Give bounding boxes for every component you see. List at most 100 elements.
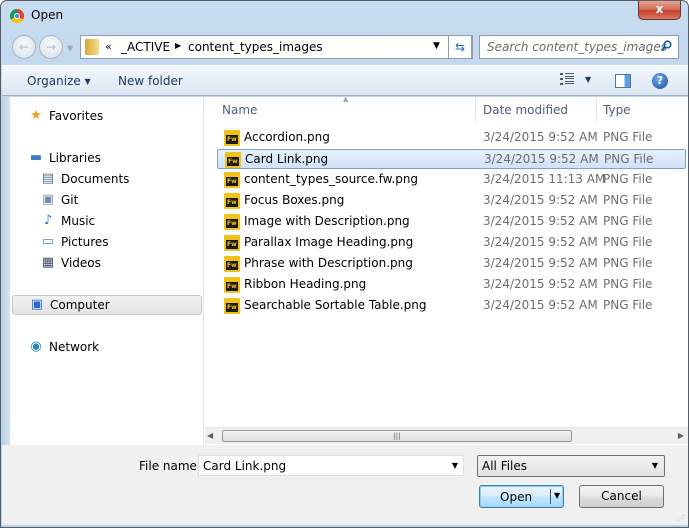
scroll-right-arrow[interactable]: ▶ bbox=[678, 431, 684, 440]
resize-grip[interactable]: ⋰ bbox=[678, 514, 685, 522]
search-icon[interactable] bbox=[661, 40, 672, 51]
file-name: Phrase with Description.png bbox=[244, 256, 413, 270]
libraries-icon: ▬ bbox=[29, 150, 43, 165]
sidebar-item-label: Music bbox=[61, 214, 96, 228]
file-name-input[interactable]: Card Link.png ▼ bbox=[198, 455, 464, 476]
sidebar-item-computer[interactable]: ▣ Computer bbox=[12, 295, 202, 315]
open-options-dropdown[interactable]: ▼ bbox=[554, 491, 560, 500]
file-date: 3/24/2015 9:52 AM bbox=[483, 277, 598, 291]
sidebar-item-documents[interactable]: ▤ Documents bbox=[40, 169, 130, 189]
file-name: Accordion.png bbox=[244, 130, 330, 144]
navigation-pane: ★ Favorites ▬ Libraries ▤ Documents ▣ Git ♪ Music… bbox=[10, 97, 204, 445]
chevron-down-icon[interactable]: ▼ bbox=[433, 41, 440, 51]
column-header-date[interactable]: Date modified bbox=[483, 103, 568, 117]
sidebar-item-libraries[interactable]: ▬ Libraries bbox=[28, 148, 101, 168]
breadcrumb-item[interactable]: content_types_images bbox=[188, 40, 323, 54]
sidebar-item-favorites[interactable]: ★ Favorites bbox=[28, 106, 103, 126]
file-type: PNG File bbox=[604, 152, 654, 166]
recent-locations-dropdown[interactable]: ▼ bbox=[67, 44, 73, 53]
videos-icon: ▦ bbox=[41, 255, 55, 270]
file-row[interactable]: Ribbon Heading.png 3/24/2015 9:52 AM PNG F… bbox=[217, 275, 686, 295]
file-name: Image with Description.png bbox=[244, 214, 410, 228]
fireworks-file-icon bbox=[224, 256, 240, 272]
git-icon: ▣ bbox=[41, 192, 55, 207]
column-divider[interactable] bbox=[475, 97, 476, 122]
refresh-button[interactable]: ⇆ bbox=[448, 35, 472, 59]
back-button[interactable]: ← bbox=[12, 35, 36, 59]
search-input[interactable]: Search content_types_images bbox=[479, 35, 679, 59]
open-button[interactable]: Open ▼ bbox=[479, 485, 564, 508]
sort-ascending-icon: ▲ bbox=[343, 95, 349, 103]
search-placeholder: Search content_types_images bbox=[487, 40, 667, 54]
file-type: PNG File bbox=[603, 277, 653, 291]
chevron-right-icon[interactable]: ▶ bbox=[175, 41, 181, 50]
chevron-down-icon: ▼ bbox=[651, 461, 658, 470]
arrow-right-icon: → bbox=[45, 40, 57, 54]
file-type: PNG File bbox=[603, 256, 653, 270]
address-bar[interactable]: « _ACTIVE ▶ content_types_images ▼ bbox=[80, 35, 473, 59]
view-options-icon[interactable] bbox=[560, 73, 574, 85]
network-icon: ◉ bbox=[30, 339, 42, 354]
breadcrumb-item[interactable]: _ACTIVE bbox=[121, 40, 170, 54]
chevron-down-icon[interactable]: ▼ bbox=[452, 461, 458, 470]
file-row[interactable]: Focus Boxes.png 3/24/2015 9:52 AM PNG File bbox=[217, 191, 686, 211]
file-date: 3/24/2015 9:52 AM bbox=[483, 214, 598, 228]
scroll-left-arrow[interactable]: ◀ bbox=[207, 431, 213, 440]
split-divider bbox=[550, 489, 551, 504]
organize-button[interactable]: Organize ▾ bbox=[27, 74, 91, 88]
sidebar-item-git[interactable]: ▣ Git bbox=[40, 190, 79, 210]
file-row[interactable]: content_types_source.fw.png 3/24/2015 11:… bbox=[217, 170, 686, 190]
sidebar-item-label: Documents bbox=[61, 172, 130, 186]
file-type: PNG File bbox=[603, 193, 653, 207]
fireworks-file-icon bbox=[224, 130, 240, 146]
file-type-select[interactable]: All Files ▼ bbox=[477, 455, 665, 477]
fireworks-file-icon bbox=[224, 214, 240, 230]
cancel-button[interactable]: Cancel bbox=[579, 485, 664, 508]
file-name-label: File name: bbox=[139, 459, 201, 473]
computer-icon: ▣ bbox=[30, 297, 44, 312]
file-name: Card Link.png bbox=[245, 152, 329, 166]
file-row[interactable]: Phrase with Description.png 3/24/2015 9:5… bbox=[217, 254, 686, 274]
document-icon: ▤ bbox=[41, 171, 55, 186]
column-header-row: ▲ Name Date modified Type bbox=[205, 95, 688, 122]
forward-button[interactable]: → bbox=[39, 35, 63, 59]
file-row[interactable]: Accordion.png 3/24/2015 9:52 AM PNG File bbox=[217, 128, 686, 148]
file-row[interactable]: Card Link.png 3/24/2015 9:52 AM PNG File bbox=[217, 149, 686, 169]
file-row[interactable]: Searchable Sortable Table.png 3/24/2015 9… bbox=[217, 296, 686, 316]
sidebar-item-pictures[interactable]: ▭ Pictures bbox=[40, 232, 109, 252]
file-date: 3/24/2015 9:52 AM bbox=[483, 193, 598, 207]
file-type: PNG File bbox=[603, 214, 653, 228]
chevron-down-icon[interactable]: ▼ bbox=[585, 75, 591, 84]
fireworks-file-icon bbox=[224, 298, 240, 314]
fireworks-file-icon bbox=[224, 235, 240, 251]
sidebar-item-network[interactable]: ◉ Network bbox=[28, 337, 99, 357]
sidebar-item-videos[interactable]: ▦ Videos bbox=[40, 253, 101, 273]
arrow-left-icon: ← bbox=[18, 40, 30, 54]
window-title: Open bbox=[31, 8, 64, 22]
sidebar-item-label: Computer bbox=[50, 298, 110, 312]
scrollbar-thumb[interactable]: ||| bbox=[222, 430, 572, 442]
help-button[interactable]: ? bbox=[652, 73, 668, 89]
file-row[interactable]: Image with Description.png 3/24/2015 9:52… bbox=[217, 212, 686, 232]
horizontal-scrollbar[interactable]: ◀ ||| ▶ bbox=[205, 427, 688, 444]
new-folder-button[interactable]: New folder bbox=[118, 74, 183, 88]
file-type: PNG File bbox=[603, 298, 653, 312]
close-button[interactable]: x bbox=[638, 1, 681, 20]
fireworks-file-icon bbox=[224, 277, 240, 293]
column-header-name[interactable]: Name bbox=[222, 103, 257, 117]
file-type: PNG File bbox=[603, 172, 653, 186]
file-name-value[interactable]: Card Link.png bbox=[203, 459, 286, 473]
star-icon: ★ bbox=[30, 108, 42, 123]
preview-pane-button[interactable] bbox=[615, 74, 631, 88]
sidebar-item-music[interactable]: ♪ Music bbox=[40, 211, 95, 231]
navigation-bar: ← → ▼ « _ACTIVE ▶ content_types_images ▼… bbox=[1, 31, 688, 63]
column-header-type[interactable]: Type bbox=[603, 103, 631, 117]
refresh-icon: ⇆ bbox=[454, 40, 466, 54]
fireworks-file-icon bbox=[225, 152, 241, 168]
open-button-label: Open bbox=[500, 490, 533, 504]
file-row[interactable]: Parallax Image Heading.png 3/24/2015 9:52… bbox=[217, 233, 686, 253]
column-divider[interactable] bbox=[596, 97, 597, 122]
breadcrumb-overflow[interactable]: « bbox=[105, 40, 112, 53]
file-name: Parallax Image Heading.png bbox=[244, 235, 414, 249]
file-date: 3/24/2015 9:52 AM bbox=[484, 152, 599, 166]
